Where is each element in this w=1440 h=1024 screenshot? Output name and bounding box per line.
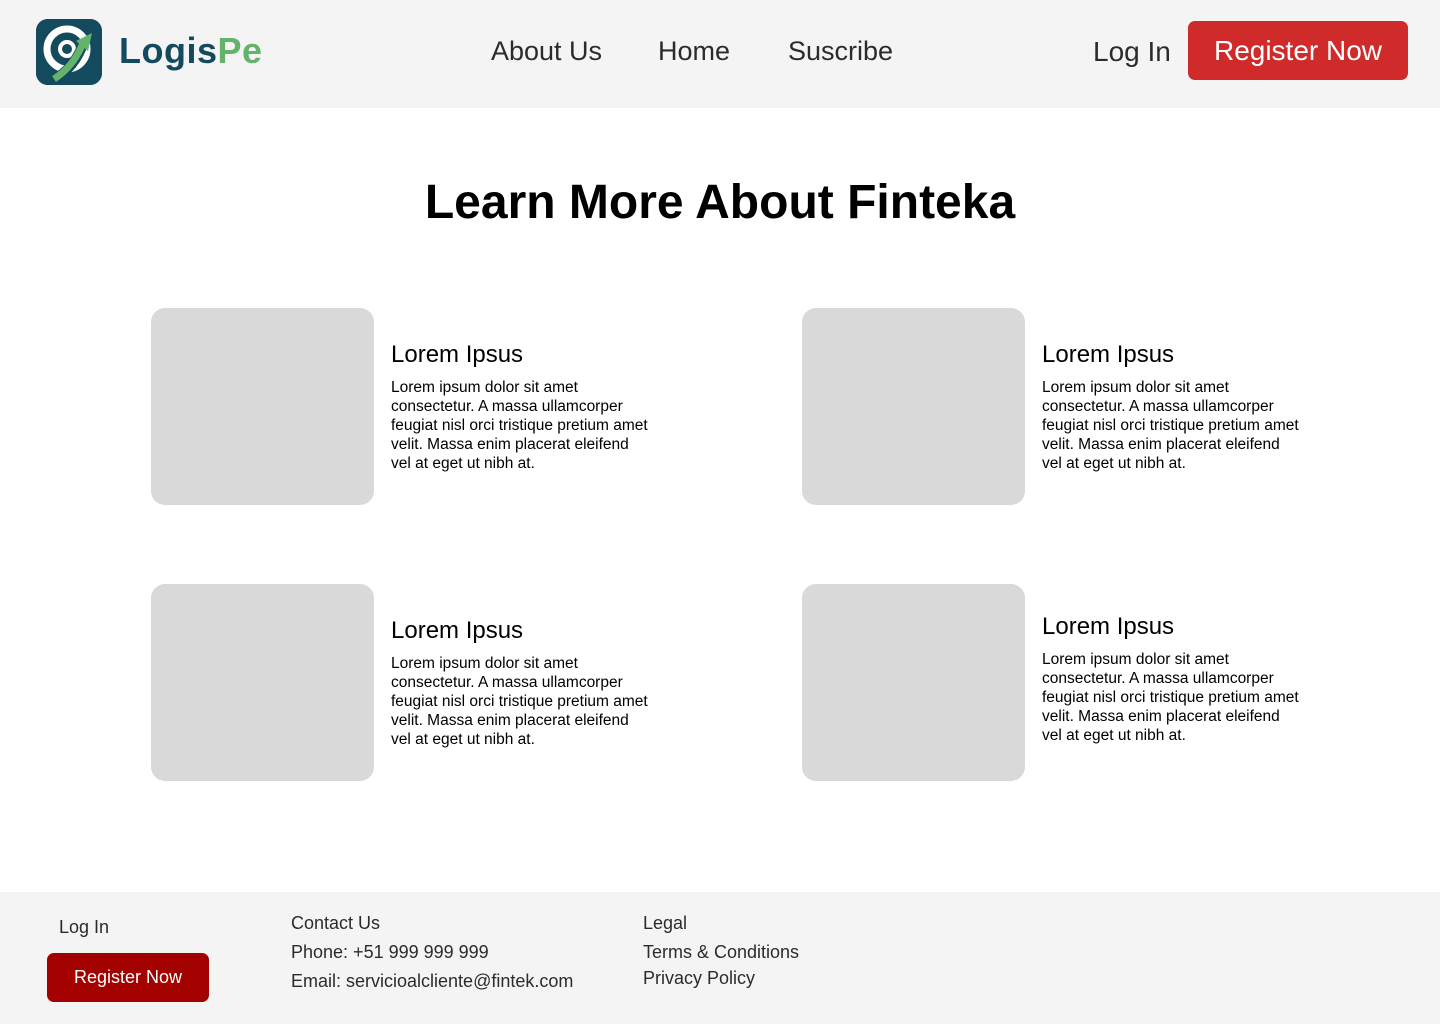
card-image-placeholder	[802, 584, 1025, 781]
card-description: Lorem ipsum dolor sit amet consectetur. …	[391, 655, 648, 748]
footer-terms-link[interactable]: Terms & Conditions	[643, 940, 799, 964]
nav-about-us[interactable]: About Us	[491, 30, 602, 72]
card-title: Lorem Ipsus	[1042, 341, 1175, 368]
nav-suscribe[interactable]: Suscribe	[788, 30, 893, 72]
card-title: Lorem Ipsus	[391, 341, 524, 368]
site-header: LogisPe About Us Home Suscribe Log In Re…	[0, 0, 1440, 108]
card-description: Lorem ipsum dolor sit amet consectetur. …	[1042, 379, 1299, 472]
site-footer: Log In Register Now Contact Us Phone: +5…	[0, 892, 1440, 1024]
card-title: Lorem Ipsus	[391, 617, 524, 644]
card-description: Lorem ipsum dolor sit amet consectetur. …	[391, 379, 648, 472]
brand-name[interactable]: LogisPe	[119, 27, 263, 75]
card-description: Lorem ipsum dolor sit amet consectetur. …	[1042, 651, 1299, 744]
card-image-placeholder	[151, 584, 374, 781]
footer-email[interactable]: Email: servicioalcliente@fintek.com	[291, 969, 573, 993]
card-image-placeholder	[802, 308, 1025, 505]
footer-contact-heading: Contact Us	[291, 913, 381, 933]
nav-home[interactable]: Home	[658, 30, 730, 72]
footer-login-link[interactable]: Log In	[59, 915, 109, 939]
page-title: Learn More About Finteka	[424, 176, 1016, 229]
card-image-placeholder	[151, 308, 374, 505]
footer-privacy-link[interactable]: Privacy Policy	[643, 966, 755, 990]
header-register-button[interactable]: Register Now	[1188, 21, 1408, 80]
logispe-logo-icon[interactable]	[36, 19, 102, 85]
card-title: Lorem Ipsus	[1042, 613, 1175, 640]
footer-phone: Phone: +51 999 999 999	[291, 942, 489, 962]
header-login-link[interactable]: Log In	[1093, 31, 1171, 73]
brand-name-part1: Logis	[119, 30, 218, 71]
brand-name-part2: Pe	[217, 30, 263, 71]
footer-register-button[interactable]: Register Now	[47, 953, 209, 1002]
footer-legal-heading: Legal	[643, 913, 688, 933]
